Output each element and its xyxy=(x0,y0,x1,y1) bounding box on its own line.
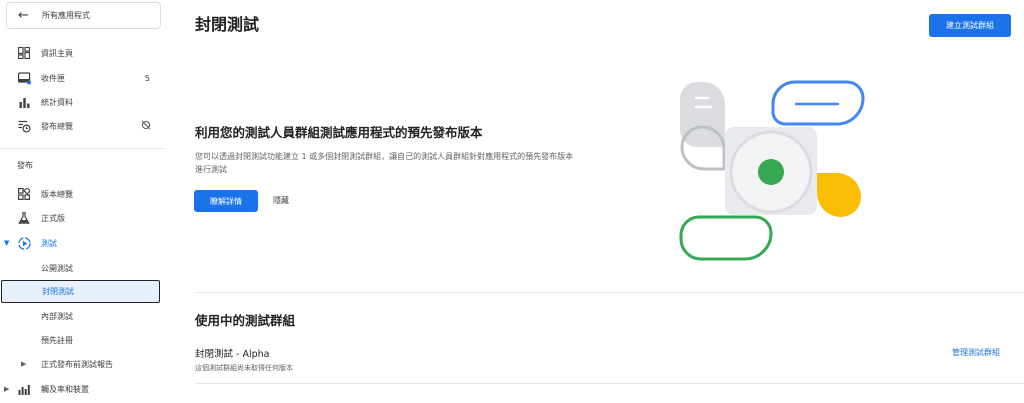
sidebar-item-label: 統計資料 xyxy=(41,97,73,107)
sidebar-item-reach-devices[interactable]: ▶ 觸及率和裝置 xyxy=(0,378,160,400)
sidebar-item-label: 正式版 xyxy=(41,213,65,223)
closed-testing-illustration xyxy=(679,80,865,261)
sidebar-item-production[interactable]: 正式版 xyxy=(0,207,160,229)
sidebar-subitem-label: 內部測試 xyxy=(41,311,73,321)
sidebar-subitem-label: 預先註冊 xyxy=(41,335,73,345)
sidebar-item-label: 測試 xyxy=(41,238,57,248)
release-overview-icon xyxy=(17,187,31,201)
production-flask-icon xyxy=(17,211,31,225)
sidebar-item-publishing-overview[interactable]: 發布總覽 xyxy=(0,115,160,137)
sidebar-item-pre-launch-report[interactable]: ▶ 正式發布前測試報告 xyxy=(0,353,160,375)
section-divider xyxy=(195,292,1024,293)
sync-disabled-icon xyxy=(141,120,151,132)
manage-track-link[interactable]: 管理測試群組 xyxy=(952,347,1000,358)
testing-play-icon xyxy=(17,236,31,250)
reach-devices-icon xyxy=(17,382,31,396)
publishing-overview-icon xyxy=(17,119,31,133)
sidebar-item-inbox[interactable]: 收件匣 5 xyxy=(0,67,160,89)
sidebar-item-label: 觸及率和裝置 xyxy=(41,384,89,394)
sidebar-item-testing[interactable]: ▼ 測試 xyxy=(0,232,160,254)
sidebar-subitem-closed-testing[interactable]: 封閉測試 xyxy=(1,280,160,303)
dashboard-icon xyxy=(17,46,31,60)
active-tracks-heading: 使用中的測試群組 xyxy=(195,313,296,328)
sidebar: ← 所有應用程式 資訊主頁 收件匣 5 統計資料 發布總覽 發布 版本總覽 正式… xyxy=(0,0,165,403)
learn-more-button[interactable]: 瞭解詳情 xyxy=(194,190,258,212)
back-to-all-apps-label: 所有應用程式 xyxy=(42,11,90,20)
sidebar-item-label: 收件匣 xyxy=(41,73,65,83)
sidebar-subitem-internal-testing[interactable]: 內部測試 xyxy=(0,305,160,327)
inbox-count-badge: 5 xyxy=(144,73,150,83)
arrow-back-icon: ← xyxy=(18,8,29,23)
track-name: 封閉測試 - Alpha xyxy=(195,349,270,360)
sidebar-item-label: 發布總覽 xyxy=(41,121,73,131)
sidebar-divider xyxy=(0,148,165,149)
back-to-all-apps-button[interactable]: ← 所有應用程式 xyxy=(6,2,161,29)
sidebar-item-dashboard[interactable]: 資訊主頁 xyxy=(0,42,160,64)
hide-promo-button[interactable]: 隱藏 xyxy=(273,195,289,206)
sidebar-section-release: 發布 xyxy=(17,161,33,170)
sidebar-item-label: 資訊主頁 xyxy=(41,48,73,58)
expand-caret-icon: ▼ xyxy=(4,239,10,247)
track-status: 這個測試群組尚未取得任何版本 xyxy=(195,364,293,372)
sidebar-item-label: 正式發布前測試報告 xyxy=(41,359,113,369)
bar-chart-icon xyxy=(17,95,31,109)
expand-caret-right-icon: ▶ xyxy=(4,385,10,393)
sidebar-subitem-pre-registration[interactable]: 預先註冊 xyxy=(0,329,160,351)
sidebar-subitem-open-testing[interactable]: 公開測試 xyxy=(0,257,160,279)
sidebar-item-label: 版本總覽 xyxy=(41,189,73,199)
promo-heading: 利用您的測試人員群組測試應用程式的預先發布版本 xyxy=(195,125,483,140)
sidebar-subitem-label: 封閉測試 xyxy=(42,287,74,296)
page-title: 封閉測試 xyxy=(195,15,260,34)
create-test-group-button[interactable]: 建立測試群組 xyxy=(929,14,1011,37)
promo-description: 您可以透過封閉測試功能建立 1 或多個封閉測試群組，讓自己的測試人員群組針對應用… xyxy=(195,152,574,174)
sidebar-subitem-label: 公開測試 xyxy=(41,263,73,273)
inbox-icon xyxy=(17,71,31,85)
sidebar-item-statistics[interactable]: 統計資料 xyxy=(0,91,160,113)
expand-caret-right-icon: ▶ xyxy=(21,360,27,368)
track-row-divider xyxy=(195,383,1024,384)
sidebar-item-release-overview[interactable]: 版本總覽 xyxy=(0,183,160,205)
